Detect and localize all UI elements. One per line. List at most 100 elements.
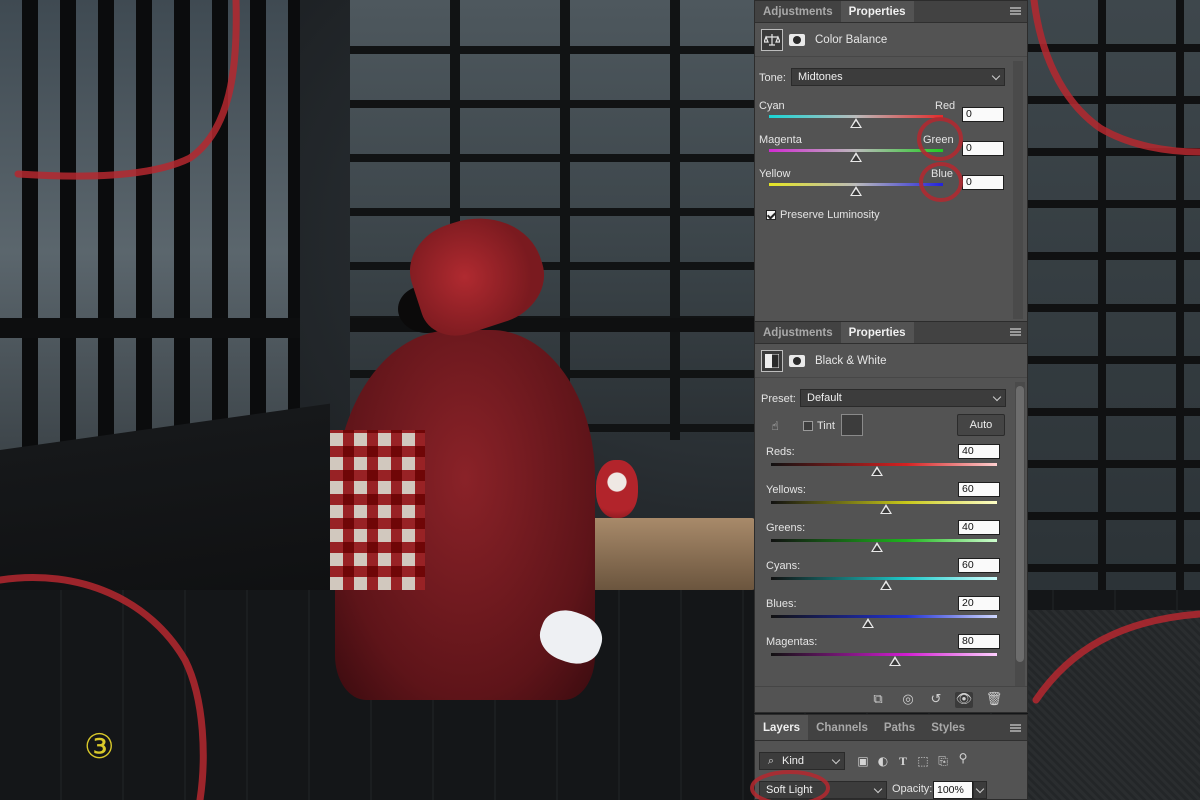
cyans-thumb[interactable]: [880, 580, 893, 590]
magenta-green-thumb[interactable]: [850, 152, 862, 162]
panel-tabbar: Adjustments Properties: [755, 322, 1027, 344]
tint-label: Tint: [817, 420, 835, 432]
slider-left-label-yellow: Yellow: [759, 168, 791, 180]
visibility-eye-icon[interactable]: 👁: [955, 692, 973, 708]
blend-mode-dropdown[interactable]: Soft Light: [759, 781, 887, 799]
greens-value[interactable]: 40: [958, 520, 1000, 535]
reds-thumb[interactable]: [871, 466, 884, 476]
yellow-blue-thumb[interactable]: [850, 186, 862, 196]
magentas-label: Magentas:: [766, 636, 818, 648]
clip-to-layer-icon[interactable]: ⧉: [869, 692, 887, 708]
tab-adjustments[interactable]: Adjustments: [755, 1, 841, 22]
trash-icon[interactable]: 🗑: [985, 692, 1003, 708]
chevron-down-icon: [873, 784, 883, 794]
yellows-label: Yellows:: [766, 484, 806, 496]
tone-dropdown[interactable]: Midtones: [791, 68, 1005, 86]
auto-button[interactable]: Auto: [957, 414, 1005, 436]
blues-track[interactable]: [771, 615, 997, 618]
step-marker: ③: [84, 727, 115, 767]
adjustment-header: Black & White: [755, 344, 1027, 378]
panel-scrollbar[interactable]: [1013, 61, 1023, 319]
reset-icon[interactable]: ↺: [927, 692, 945, 708]
tab-paths[interactable]: Paths: [876, 715, 923, 740]
scroll-thumb[interactable]: [1016, 386, 1024, 662]
filter-value: Kind: [782, 755, 805, 767]
tab-layers[interactable]: Layers: [755, 715, 809, 740]
panel-menu-icon[interactable]: [1010, 7, 1021, 15]
yellows-thumb[interactable]: [880, 504, 893, 514]
color-balance-icon: [761, 28, 783, 51]
targeted-adjustment-hand-icon[interactable]: ☝: [767, 418, 783, 434]
panel-scrollbar[interactable]: [1015, 382, 1025, 688]
tab-adjustments[interactable]: Adjustments: [755, 322, 841, 343]
tab-properties[interactable]: Properties: [840, 322, 914, 343]
adjustment-header: Color Balance: [755, 23, 1027, 57]
slider-right-label-blue: Blue: [931, 168, 954, 180]
greens-label: Greens:: [766, 522, 806, 534]
cyans-label: Cyans:: [766, 560, 801, 572]
properties-footer: ⧉ ◎ ↺ 👁 🗑: [755, 686, 1027, 712]
layers-tabbar: Layers Channels Paths Styles: [755, 715, 1027, 741]
tatami-mat: [1028, 610, 1200, 800]
greens-thumb[interactable]: [871, 542, 884, 552]
blues-thumb[interactable]: [862, 618, 875, 628]
cyan-red-thumb[interactable]: [850, 118, 862, 128]
magenta-green-value[interactable]: 0: [962, 141, 1004, 156]
filter-pixel-icon[interactable]: ▣: [855, 753, 871, 769]
color-balance-properties-panel: Adjustments Properties Color Balance Ton…: [754, 0, 1028, 322]
reds-value[interactable]: 40: [958, 444, 1000, 459]
filter-smart-object-icon[interactable]: ⎘: [935, 753, 951, 769]
slider-left-label-magenta: Magenta: [759, 134, 802, 146]
tone-value: Midtones: [798, 71, 843, 83]
panel-menu-icon[interactable]: [1010, 724, 1021, 732]
blend-mode-value: Soft Light: [766, 784, 813, 796]
slider-right-label-red: Red: [935, 100, 956, 112]
tone-label: Tone:: [759, 72, 786, 84]
adjustment-title: Color Balance: [815, 33, 888, 46]
slider-right-label-green: Green: [923, 134, 954, 146]
reds-track[interactable]: [771, 463, 997, 466]
cyan-red-value[interactable]: 0: [962, 107, 1004, 122]
magentas-thumb[interactable]: [889, 656, 902, 666]
magentas-track[interactable]: [771, 653, 997, 656]
opacity-label: Opacity:: [892, 783, 933, 795]
slider-left-label-cyan: Cyan: [759, 100, 785, 112]
tab-channels[interactable]: Channels: [808, 715, 876, 740]
view-previous-state-icon[interactable]: ◎: [899, 692, 917, 708]
tab-properties[interactable]: Properties: [840, 1, 914, 22]
magentas-value[interactable]: 80: [958, 634, 1000, 649]
filter-type-icon[interactable]: T: [895, 753, 911, 769]
preserve-luminosity-label: Preserve Luminosity: [780, 209, 880, 221]
chevron-down-icon: [831, 755, 841, 765]
black-white-properties-panel: Adjustments Properties Black & White Pre…: [754, 321, 1028, 713]
filter-toggle-icon[interactable]: ⚲: [955, 750, 971, 766]
kimono-obi: [330, 430, 425, 590]
layer-mask-icon[interactable]: [789, 33, 805, 46]
preset-value: Default: [807, 392, 842, 404]
blues-label: Blues:: [766, 598, 797, 610]
adjustment-title: Black & White: [815, 354, 887, 367]
layers-panel: Layers Channels Paths Styles ⌕ Kind ▣ ◐ …: [754, 714, 1028, 800]
right-window-panes: [1028, 0, 1200, 610]
opacity-value[interactable]: 100%: [933, 781, 973, 799]
preserve-luminosity-checkbox[interactable]: [766, 210, 776, 220]
chevron-down-icon: [991, 71, 1001, 81]
tab-styles[interactable]: Styles: [923, 715, 973, 740]
tint-color-swatch[interactable]: [841, 414, 863, 436]
yellows-value[interactable]: 60: [958, 482, 1000, 497]
filter-shape-icon[interactable]: ⬚: [915, 753, 931, 769]
preset-label: Preset:: [761, 393, 796, 405]
filter-adjustment-icon[interactable]: ◐: [875, 753, 891, 769]
cyans-value[interactable]: 60: [958, 558, 1000, 573]
opacity-slider-toggle[interactable]: [973, 781, 987, 799]
greens-track[interactable]: [771, 539, 997, 542]
layer-mask-icon[interactable]: [789, 354, 805, 367]
chevron-down-icon: [975, 784, 985, 794]
yellow-blue-value[interactable]: 0: [962, 175, 1004, 190]
black-white-icon: [761, 349, 783, 372]
panel-menu-icon[interactable]: [1010, 328, 1021, 336]
layer-filter-dropdown[interactable]: ⌕ Kind: [759, 752, 845, 770]
blues-value[interactable]: 20: [958, 596, 1000, 611]
preset-dropdown[interactable]: Default: [800, 389, 1006, 407]
tint-checkbox[interactable]: [803, 421, 813, 431]
